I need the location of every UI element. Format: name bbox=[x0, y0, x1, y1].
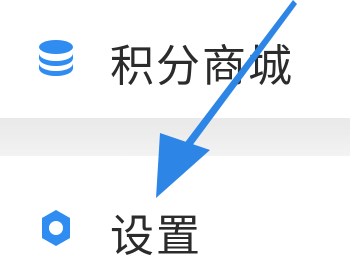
menu-screen: 积分商城 设置 bbox=[0, 0, 350, 273]
menu-item-label: 设置 bbox=[110, 211, 202, 262]
menu-item-points-mall[interactable]: 积分商城 bbox=[0, 22, 350, 92]
gear-icon bbox=[34, 206, 78, 250]
menu-item-label: 积分商城 bbox=[110, 41, 294, 92]
coins-stack-icon bbox=[34, 36, 78, 80]
section-divider bbox=[0, 118, 350, 156]
menu-item-settings[interactable]: 设置 bbox=[0, 196, 350, 262]
